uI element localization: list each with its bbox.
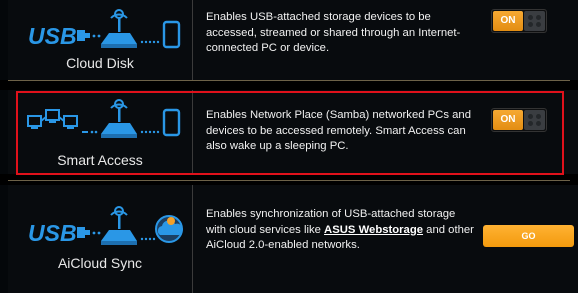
smart-access-highlight-box	[16, 91, 564, 175]
feature-description: Enables synchronization of USB-attached …	[206, 207, 476, 254]
aicloud-sync-go-button[interactable]: GO	[483, 225, 574, 247]
phone-icon	[162, 20, 181, 49]
feature-description: Enables USB-attached storage devices to …	[206, 11, 461, 54]
feature-name: AiCloud Sync	[57, 255, 143, 271]
divider	[192, 185, 193, 293]
divider	[192, 0, 193, 80]
feature-name: Cloud Disk	[66, 55, 134, 71]
usb-icon: USB	[28, 23, 90, 49]
row-separator	[8, 180, 570, 181]
router-icon	[101, 9, 137, 48]
svg-text:USB: USB	[28, 220, 77, 246]
cloud-disk-toggle[interactable]: ON	[491, 9, 547, 33]
row-separator	[8, 80, 570, 81]
toggle-knob	[524, 11, 545, 31]
aicloud-sync-illustration: USB	[8, 185, 192, 293]
svg-text:USB: USB	[28, 23, 77, 49]
cloud-disk-row: USB Cloud Disk Enables USB-attached stor…	[0, 0, 578, 80]
cloud-icon	[155, 215, 183, 243]
router-icon	[101, 206, 137, 245]
usb-icon: USB	[28, 220, 90, 246]
asus-webstorage-link[interactable]: ASUS Webstorage	[324, 224, 423, 236]
toggle-on-label: ON	[493, 11, 523, 31]
